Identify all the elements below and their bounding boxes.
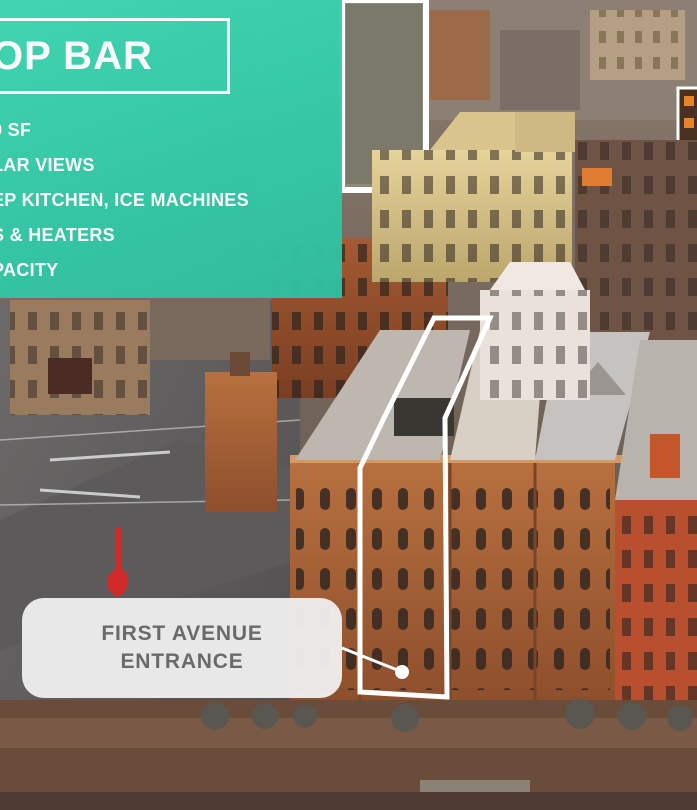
feature-item: EP KITCHEN, ICE MACHINES [0,190,249,210]
feature-item: 0 SF [0,120,32,140]
feature-item: S & HEATERS [0,225,115,245]
feature-item: LAR VIEWS [0,155,95,175]
feature-item: PACITY [0,260,59,280]
feature-list: 0 SF LAR VIEWS EP KITCHEN, ICE MACHINES … [0,118,249,293]
feature-panel: OP BAR 0 SF LAR VIEWS EP KITCHEN, ICE MA… [0,0,342,298]
callout-line-1: FIRST AVENUE [101,622,263,645]
entrance-callout: FIRST AVENUE ENTRANCE [22,598,342,698]
panel-title: OP BAR [0,34,153,78]
callout-line-2: ENTRANCE [120,650,244,673]
